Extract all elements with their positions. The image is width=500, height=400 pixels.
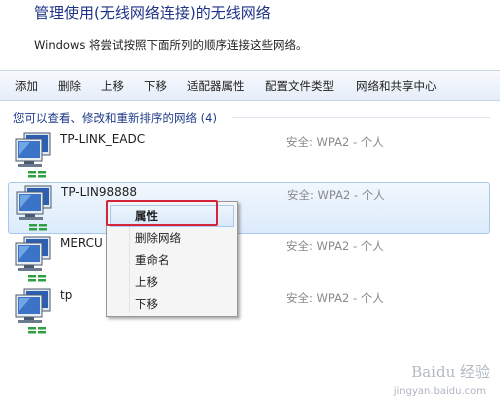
network-security: 安全: WPA2 - 个人 bbox=[286, 291, 384, 305]
profile-types-button[interactable]: 配置文件类型 bbox=[265, 78, 334, 94]
wireless-network-monitor-icon bbox=[15, 236, 51, 282]
network-name: TP-LINK_EADC bbox=[60, 132, 146, 146]
network-name: TP-LIN98888 bbox=[61, 185, 138, 199]
move-up-button[interactable]: 上移 bbox=[101, 78, 124, 94]
wireless-network-monitor-icon bbox=[15, 132, 51, 178]
context-menu-move-down[interactable]: 下移 bbox=[135, 296, 158, 312]
toolbar: 添加 删除 上移 下移 适配器属性 配置文件类型 网络和共享中心 bbox=[0, 70, 500, 101]
wireless-network-monitor-icon bbox=[15, 288, 51, 334]
add-button[interactable]: 添加 bbox=[15, 78, 38, 94]
context-menu-rename[interactable]: 重命名 bbox=[135, 252, 170, 268]
window-title: 管理使用(无线网络连接)的无线网络 bbox=[34, 4, 271, 22]
network-security: 安全: WPA2 - 个人 bbox=[286, 135, 384, 149]
adapter-properties-button[interactable]: 适配器属性 bbox=[187, 78, 245, 94]
network-security: 安全: WPA2 - 个人 bbox=[286, 239, 384, 253]
delete-button[interactable]: 删除 bbox=[58, 78, 81, 94]
section-divider bbox=[232, 117, 490, 118]
annotation-highlight-box bbox=[106, 200, 218, 226]
network-security: 安全: WPA2 - 个人 bbox=[287, 188, 385, 202]
wireless-network-monitor-icon bbox=[16, 185, 52, 231]
context-menu-move-up[interactable]: 上移 bbox=[135, 274, 158, 290]
network-name: tp bbox=[60, 288, 73, 302]
context-menu-delete-network[interactable]: 删除网络 bbox=[135, 230, 181, 246]
network-row[interactable]: TP-LINK_EADC 安全: WPA2 - 个人 bbox=[8, 130, 490, 182]
section-header: 您可以查看、修改和重新排序的网络 (4) bbox=[13, 111, 217, 125]
network-name: MERCU bbox=[60, 236, 103, 250]
watermark-url: jingyan.baidu.com bbox=[393, 386, 486, 397]
network-row[interactable]: MERCU 安全: WPA2 - 个人 bbox=[8, 234, 490, 286]
watermark-logo: Baidu 经验 bbox=[411, 363, 490, 381]
network-row[interactable]: tp 安全: WPA2 - 个人 bbox=[8, 286, 490, 338]
move-down-button[interactable]: 下移 bbox=[144, 78, 167, 94]
network-sharing-center-button[interactable]: 网络和共享中心 bbox=[356, 78, 437, 94]
network-row-selected[interactable]: TP-LIN98888 安全: WPA2 - 个人 bbox=[8, 182, 490, 234]
window-subtitle: Windows 将尝试按照下面所列的顺序连接这些网络。 bbox=[34, 38, 308, 52]
